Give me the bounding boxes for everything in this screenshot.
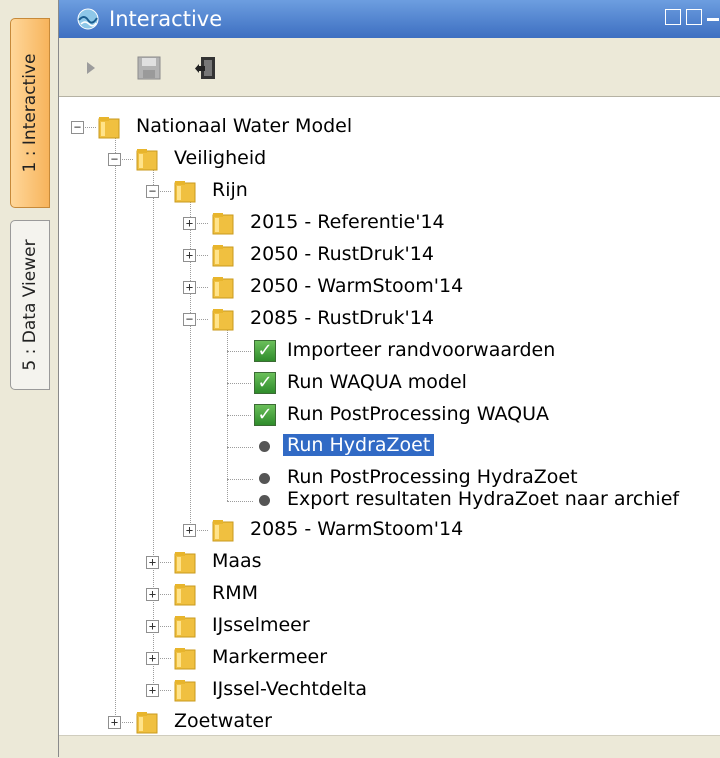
save-icon[interactable] bbox=[135, 54, 163, 82]
tree-node-scenario[interactable]: 2050 - WarmStoom'14 bbox=[250, 275, 463, 297]
tree-node-root[interactable]: Nationaal Water Model bbox=[136, 115, 352, 137]
minimize-window-icon[interactable] bbox=[707, 9, 719, 21]
tree-node-veiligheid[interactable]: Veiligheid bbox=[174, 147, 266, 169]
side-tab-strip: 1 : Interactive 5 : Data Viewer bbox=[0, 0, 52, 757]
expand-toggle[interactable]: + bbox=[146, 652, 159, 665]
folder-icon bbox=[136, 712, 158, 734]
interactive-panel: Interactive − Nationaal Water Model − Ve… bbox=[58, 0, 720, 758]
restore-window-icon[interactable] bbox=[665, 9, 681, 25]
tree-node-rijn[interactable]: Rijn bbox=[212, 179, 248, 201]
folder-icon bbox=[212, 520, 234, 542]
play-icon[interactable] bbox=[77, 54, 105, 82]
folder-icon bbox=[174, 616, 196, 638]
expand-toggle[interactable]: + bbox=[183, 281, 196, 294]
expand-toggle[interactable]: + bbox=[146, 620, 159, 633]
expand-toggle[interactable]: + bbox=[183, 249, 196, 262]
tab-interactive[interactable]: 1 : Interactive bbox=[10, 18, 50, 208]
pending-task-icon bbox=[259, 495, 270, 506]
tree-node-markermeer[interactable]: Markermeer bbox=[212, 646, 327, 668]
pending-task-icon bbox=[259, 473, 270, 484]
completed-check-icon: ✓ bbox=[254, 404, 276, 426]
tree-node-scenario[interactable]: 2050 - RustDruk'14 bbox=[250, 243, 434, 265]
task-item-selected[interactable]: Run HydraZoet bbox=[283, 434, 435, 456]
tree-node-zoetwater[interactable]: Zoetwater bbox=[174, 710, 272, 732]
folder-icon bbox=[174, 680, 196, 702]
tree-node-ijsselmeer[interactable]: IJsselmeer bbox=[212, 614, 310, 636]
exit-door-icon[interactable] bbox=[193, 54, 221, 82]
task-item[interactable]: Importeer randvoorwaarden bbox=[287, 339, 555, 361]
panel-bottom-bar bbox=[59, 735, 720, 758]
folder-icon bbox=[174, 552, 196, 574]
tree-node-maas[interactable]: Maas bbox=[212, 550, 262, 572]
tab-data-viewer[interactable]: 5 : Data Viewer bbox=[10, 220, 50, 390]
task-item[interactable]: Run PostProcessing WAQUA bbox=[287, 403, 549, 425]
completed-check-icon: ✓ bbox=[254, 372, 276, 394]
water-app-icon bbox=[77, 8, 99, 30]
panel-titlebar: Interactive bbox=[59, 0, 720, 38]
tab-data-viewer-label: 5 : Data Viewer bbox=[20, 239, 40, 371]
maximize-window-icon[interactable] bbox=[686, 9, 702, 25]
expand-toggle[interactable]: + bbox=[146, 684, 159, 697]
completed-check-icon: ✓ bbox=[254, 340, 276, 362]
task-item[interactable]: Run PostProcessing HydraZoet bbox=[287, 466, 578, 488]
collapse-toggle[interactable]: − bbox=[108, 153, 121, 166]
tree-node-scenario[interactable]: 2085 - WarmStoom'14 bbox=[250, 518, 463, 540]
folder-icon bbox=[212, 213, 234, 235]
expand-toggle[interactable]: + bbox=[146, 588, 159, 601]
tree-node-scenario[interactable]: 2015 - Referentie'14 bbox=[250, 211, 445, 233]
expand-toggle[interactable]: + bbox=[183, 217, 196, 230]
folder-icon bbox=[212, 277, 234, 299]
collapse-toggle[interactable]: − bbox=[183, 313, 196, 326]
expand-toggle[interactable]: + bbox=[183, 524, 196, 537]
workflow-tree: − Nationaal Water Model − Veiligheid − R… bbox=[59, 97, 720, 735]
pending-task-icon bbox=[259, 441, 270, 452]
collapse-toggle[interactable]: − bbox=[71, 121, 84, 134]
folder-icon bbox=[174, 584, 196, 606]
expand-toggle[interactable]: + bbox=[108, 716, 121, 729]
task-item[interactable]: Run WAQUA model bbox=[287, 371, 467, 393]
folder-icon bbox=[212, 245, 234, 267]
task-item[interactable]: Export resultaten HydraZoet naar archief bbox=[287, 488, 679, 510]
panel-title: Interactive bbox=[109, 7, 223, 31]
expand-toggle[interactable]: + bbox=[146, 556, 159, 569]
tree-node-ijssel-vechtdelta[interactable]: IJssel-Vechtdelta bbox=[212, 678, 367, 700]
collapse-toggle[interactable]: − bbox=[146, 185, 159, 198]
tab-interactive-label: 1 : Interactive bbox=[20, 53, 40, 173]
tree-node-scenario[interactable]: 2085 - RustDruk'14 bbox=[250, 307, 434, 329]
panel-toolbar bbox=[59, 38, 720, 97]
folder-icon bbox=[174, 181, 196, 203]
folder-icon bbox=[212, 309, 234, 331]
folder-icon bbox=[136, 149, 158, 171]
tree-node-rmm[interactable]: RMM bbox=[212, 582, 258, 604]
folder-icon bbox=[98, 117, 120, 139]
folder-icon bbox=[174, 648, 196, 670]
